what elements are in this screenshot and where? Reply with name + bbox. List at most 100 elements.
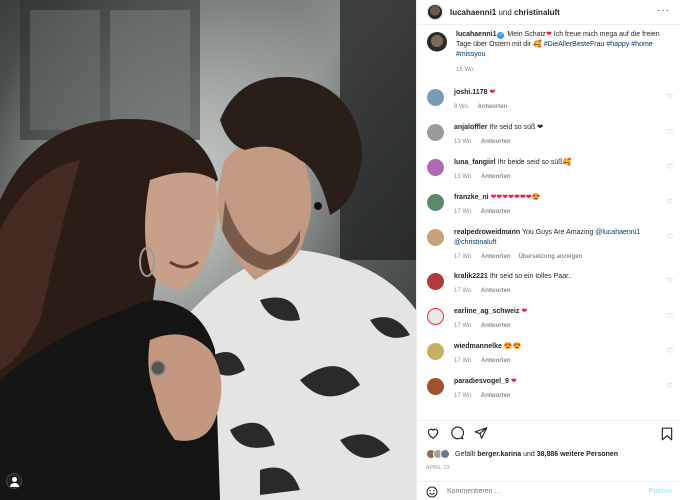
commenter-avatar[interactable] [427, 229, 444, 246]
liker-avatar [440, 449, 450, 459]
hashtag[interactable]: #home [631, 41, 652, 48]
comment-like-heart-icon[interactable]: ♡ [667, 163, 673, 171]
mention[interactable]: @christinaluft [454, 239, 497, 246]
header-usernames: lucahaenni1 und christinaluft [450, 8, 560, 17]
commenter-avatar[interactable] [427, 89, 444, 106]
comment-username[interactable]: franzke_ni [454, 194, 489, 201]
comment-text: Ihr seid so ein tolles Paar.. [487, 273, 572, 280]
post-button[interactable]: Posten [649, 488, 672, 495]
comment-text: ❤ [519, 308, 528, 315]
reply-button[interactable]: Antworten [481, 172, 511, 182]
reply-button[interactable]: Antworten [481, 252, 511, 262]
hashtag[interactable]: #missyou [456, 51, 486, 58]
commenter-avatar[interactable] [427, 159, 444, 176]
reply-button[interactable]: Antworten [481, 207, 511, 217]
caption-body: lucahaenni1 ✓ Mein Schatz❤ Ich freue mich… [456, 30, 668, 75]
comment-like-heart-icon[interactable]: ♡ [667, 233, 673, 241]
comment-text: ❤❤❤❤❤❤❤😍 [488, 194, 541, 201]
comment-username[interactable]: wiedmannelke [454, 343, 502, 350]
mention[interactable]: @lucahaenni1 [595, 229, 640, 236]
add-comment-bar: Posten [417, 481, 680, 500]
comment-item: joshi.1178 ❤ 8 Wo. Antworten ♡ [417, 88, 680, 123]
comment-list[interactable]: joshi.1178 ❤ 8 Wo. Antworten ♡ anjaloffle… [417, 88, 680, 412]
comment-time[interactable]: 17 Wo. [454, 286, 473, 296]
commenter-avatar[interactable] [427, 308, 444, 325]
header-avatar[interactable] [427, 4, 443, 20]
translate-button[interactable]: Übersetzung anzeigen [519, 252, 583, 262]
comment-time[interactable]: 17 Wo. [454, 252, 473, 262]
comment-time[interactable]: 17 Wo. [454, 207, 473, 217]
comment-item: realpedroweidmann You Guys Are Amazing @… [417, 228, 680, 272]
post-date[interactable]: APRIL 13 [426, 465, 450, 471]
header-user-1[interactable]: lucahaenni1 [450, 8, 496, 17]
comment-item: kralik2221 Ihr seid so ein tolles Paar..… [417, 272, 680, 307]
commenter-avatar[interactable] [427, 194, 444, 211]
reply-button[interactable]: Antworten [481, 356, 511, 366]
hashtag[interactable]: #DieAllerBesteFrau [544, 41, 605, 48]
reply-button[interactable]: Antworten [481, 137, 511, 147]
tagged-users-icon[interactable] [6, 473, 22, 489]
verified-badge-icon: ✓ [497, 32, 505, 39]
commenter-avatar[interactable] [427, 343, 444, 360]
couple-photo [0, 0, 416, 500]
comment-item: wiedmannelke 😍😍 17 Wo. Antworten ♡ [417, 342, 680, 377]
comment-time[interactable]: 8 Wo. [454, 102, 470, 112]
commenter-avatar[interactable] [427, 124, 444, 141]
heart-icon[interactable] [426, 426, 440, 440]
caption-time[interactable]: 18 Wo. [456, 65, 668, 75]
bookmark-icon[interactable] [661, 427, 673, 441]
header-user-2[interactable]: christinaluft [514, 8, 560, 17]
share-icon[interactable] [474, 426, 488, 440]
header-connector: und [496, 7, 515, 17]
liker-username[interactable]: berger.karina [477, 451, 521, 458]
comment-input[interactable] [447, 488, 617, 495]
comment-time[interactable]: 17 Wo. [454, 321, 473, 331]
commenter-avatar[interactable] [427, 273, 444, 290]
comment-time[interactable]: 13 Wo. [454, 172, 473, 182]
comment-time[interactable]: 13 Wo. [454, 137, 473, 147]
caption-avatar[interactable] [427, 32, 447, 52]
comment-username[interactable]: paradiesvogel_9 [454, 378, 509, 385]
comment-time[interactable]: 17 Wo. [454, 356, 473, 366]
comment-text: Ihr beide seid so süß🥰 [495, 159, 572, 166]
comment-username[interactable]: luna_fangiirl [454, 159, 496, 166]
comment-username[interactable]: earline_ag_schweiz [454, 308, 519, 315]
caption-text-start: Mein Schatz [505, 31, 546, 38]
likes-middle: und [521, 450, 537, 458]
reply-button[interactable]: Antworten [481, 391, 511, 401]
comment-username[interactable]: anjaloffler [454, 124, 487, 131]
comment-like-heart-icon[interactable]: ♡ [667, 198, 673, 206]
comment-text: 😍😍 [501, 343, 522, 350]
reply-button[interactable]: Antworten [481, 286, 511, 296]
reply-button[interactable]: Antworten [481, 321, 511, 331]
comment-username[interactable]: joshi.1178 [454, 89, 487, 96]
comment-item: anjaloffler Ihr seid so süß ❤ 13 Wo. Antw… [417, 123, 680, 158]
reply-button[interactable]: Antworten [478, 102, 508, 112]
post-side-panel: lucahaenni1 und christinaluft ··· lucaha… [416, 0, 680, 500]
comment-item: paradiesvogel_9 ❤ 17 Wo. Antworten ♡ [417, 377, 680, 412]
likes-count[interactable]: 38,886 weitere Personen [537, 451, 618, 458]
comment-username[interactable]: kralik2221 [454, 273, 488, 280]
comment-item: earline_ag_schweiz ❤ 17 Wo. Antworten ♡ [417, 307, 680, 342]
likes-summary[interactable]: Gefällt berger.karina und 38,886 weitere… [426, 449, 618, 459]
caption-username[interactable]: lucahaenni1 [456, 31, 496, 38]
comment-like-heart-icon[interactable]: ♡ [667, 93, 673, 101]
likes-text: Gefällt berger.karina und 38,886 weitere… [455, 451, 618, 458]
comment-time[interactable]: 17 Wo. [454, 391, 473, 401]
comment-username[interactable]: realpedroweidmann [454, 229, 520, 236]
comment-text: Ihr seid so süß ❤ [487, 124, 544, 131]
post-photo[interactable] [0, 0, 416, 500]
comment-like-heart-icon[interactable]: ♡ [667, 312, 673, 320]
post-caption: lucahaenni1 ✓ Mein Schatz❤ Ich freue mich… [417, 30, 680, 75]
more-icon[interactable]: ··· [657, 6, 670, 16]
comment-like-heart-icon[interactable]: ♡ [667, 347, 673, 355]
commenter-avatar[interactable] [427, 378, 444, 395]
comment-text: ❤ [487, 89, 496, 96]
emoji-icon[interactable] [426, 486, 438, 498]
hashtag[interactable]: #happy [606, 41, 629, 48]
comment-like-heart-icon[interactable]: ♡ [667, 382, 673, 390]
comment-like-heart-icon[interactable]: ♡ [667, 128, 673, 136]
comment-like-heart-icon[interactable]: ♡ [667, 277, 673, 285]
comment-icon[interactable] [450, 426, 464, 440]
likes-prefix: Gefällt [455, 450, 478, 458]
